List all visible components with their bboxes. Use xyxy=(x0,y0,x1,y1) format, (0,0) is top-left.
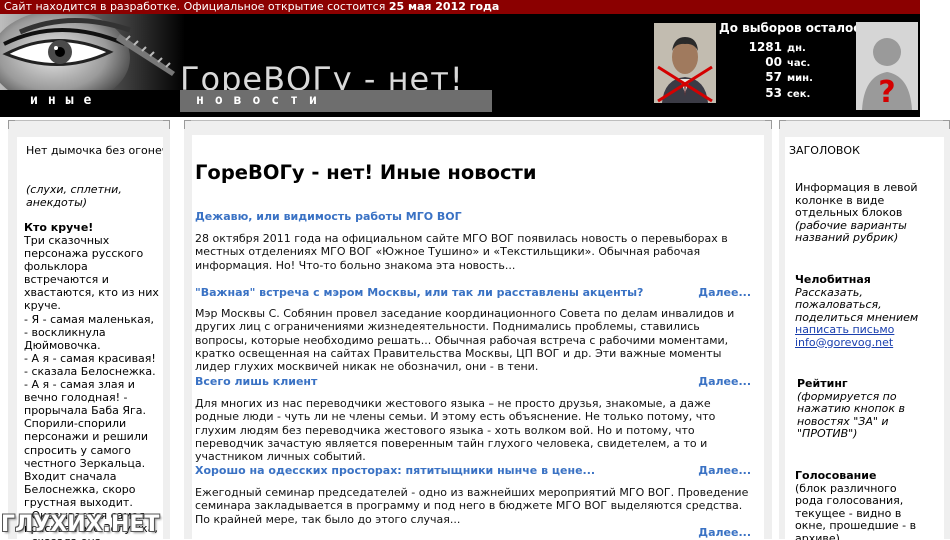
news-item-2-more-link[interactable]: Далее... xyxy=(698,286,751,299)
news-item-2-text: Мэр Москвы С. Собянин провел заседание к… xyxy=(195,307,751,373)
voting-block: Голосование (блок различного рода голосо… xyxy=(795,470,933,540)
notice-date: 25 мая 2012 года xyxy=(389,0,500,13)
header-gap xyxy=(920,0,950,117)
frame-corner xyxy=(163,120,170,129)
rating-text: (формируется по нажатию кнопок в новостя… xyxy=(797,391,927,441)
logo-subtitle-left: иные xyxy=(30,93,101,108)
news-feed: ГореВОГу - нет! Иные новости Дежавю, или… xyxy=(192,135,764,540)
logo-subtitle-right: новости xyxy=(196,93,328,108)
countdown-title: До выборов осталось: xyxy=(719,21,873,35)
left-column-tagline: (слухи, сплетни, анекдоты) xyxy=(26,183,158,209)
news-item-1-text: 28 октября 2011 года на официальном сайт… xyxy=(195,232,751,272)
petition-title: Челобитная xyxy=(795,274,933,287)
voting-text: (блок различного рода голосования, текущ… xyxy=(795,483,923,540)
petition-block: Челобитная Рассказать, пожаловаться, под… xyxy=(795,274,933,349)
notice-text: Сайт находится в разработке. Официальное… xyxy=(4,0,389,13)
frame-corner xyxy=(943,120,950,129)
svg-text:?: ? xyxy=(878,75,895,110)
rating-block: Рейтинг (формируется по нажатию кнопок в… xyxy=(797,378,935,441)
rating-title: Рейтинг xyxy=(797,378,935,391)
news-item-3-text: Для многих из нас переводчики жестового … xyxy=(195,397,751,463)
email-link[interactable]: info@gorevog.net xyxy=(795,337,933,350)
news-item-2-title[interactable]: "Важная" встреча с мэром Москвы, или так… xyxy=(195,286,643,299)
joke-title: Кто круче! xyxy=(24,221,93,234)
info-text: Информация в левой колонке в виде отдель… xyxy=(795,182,933,220)
countdown-seconds: 53сек. xyxy=(730,86,810,100)
development-notice: Сайт находится в разработке. Официальное… xyxy=(0,0,920,14)
countdown-minutes: 57мин. xyxy=(730,70,813,84)
unknown-person-icon: ? xyxy=(856,22,918,110)
info-note: (рабочие варианты названий рубрик) xyxy=(795,220,933,245)
crossed-out-candidate-photo xyxy=(654,23,716,103)
left-column-heading: Нет дымочка без огонечка xyxy=(26,144,163,157)
voting-title: Голосование xyxy=(795,470,933,483)
site-watermark: ГЛУХИХ.НЕТ xyxy=(1,512,159,537)
news-item-4-more-link[interactable]: Далее... xyxy=(698,464,751,477)
countdown-days: 1281дн. xyxy=(730,40,806,54)
right-column-heading: ЗАГОЛОВОК xyxy=(789,144,860,157)
site-header: ГореВОГу - нет! иные новости До выборов … xyxy=(0,14,920,117)
frame-corner xyxy=(8,120,15,129)
unknown-candidate-photo: ? xyxy=(856,22,918,110)
joke-text: Три сказочных персонажа русского фолькло… xyxy=(24,234,160,540)
write-letter-link[interactable]: написать письмо xyxy=(795,324,933,337)
news-item-4-title[interactable]: Хорошо на одесских просторах: пятитыщник… xyxy=(195,464,595,477)
right-column-content: ЗАГОЛОВОК Информация в левой колонке в в… xyxy=(785,137,944,540)
center-column: ГореВОГу - нет! Иные новости Дежавю, или… xyxy=(184,120,772,539)
crossed-out-person-icon xyxy=(654,23,716,103)
frame-corner xyxy=(184,120,191,129)
news-item-4-text: Ежегодный семинар председателей - одно и… xyxy=(195,486,751,526)
countdown-hours: 00час. xyxy=(730,55,810,69)
right-column: ЗАГОЛОВОК Информация в левой колонке в в… xyxy=(779,120,950,539)
news-item-5-more-link[interactable]: Далее... xyxy=(698,526,751,539)
info-block: Информация в левой колонке в виде отдель… xyxy=(795,182,933,245)
news-item-3-more-link[interactable]: Далее... xyxy=(698,375,751,388)
frame-corner xyxy=(765,120,772,129)
news-item-3-title[interactable]: Всего лишь клиент xyxy=(195,375,317,388)
left-column-content: Нет дымочка без огонечка (слухи, сплетни… xyxy=(17,137,163,540)
frame-corner xyxy=(779,120,786,129)
news-item-1-title[interactable]: Дежавю, или видимость работы МГО ВОГ xyxy=(195,210,462,223)
petition-text: Рассказать, пожаловаться, поделиться мне… xyxy=(795,287,933,325)
page-title: ГореВОГу - нет! Иные новости xyxy=(195,161,537,184)
left-column: Нет дымочка без огонечка (слухи, сплетни… xyxy=(8,120,170,539)
